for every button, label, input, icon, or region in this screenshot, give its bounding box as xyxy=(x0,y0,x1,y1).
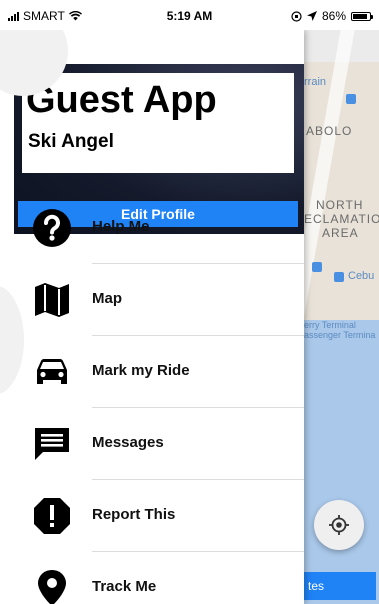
menu-item-label: Track Me xyxy=(92,578,157,595)
menu-item-label: Help Me xyxy=(92,218,150,235)
map-label-reclamation: ECLAMATIO xyxy=(304,212,379,226)
menu-item-label: Mark my Ride xyxy=(92,362,190,379)
status-right: 86% xyxy=(291,9,373,23)
map-water xyxy=(300,320,379,604)
message-icon xyxy=(35,428,69,460)
menu-item-label: Report This xyxy=(92,506,176,523)
map-poi-icon xyxy=(346,94,356,104)
map-label-abolo: ABOLO xyxy=(306,124,353,138)
map-label-ferry-terminal: erry Terminal xyxy=(304,320,356,330)
map-poi-icon xyxy=(312,262,322,272)
map-label-north: NORTH xyxy=(316,198,364,212)
map-poi-icon xyxy=(334,272,344,282)
app-title: Guest App xyxy=(26,79,217,121)
menu-item-map[interactable]: Map xyxy=(0,264,304,336)
menu-item-mark-my-ride[interactable]: Mark my Ride xyxy=(0,336,304,408)
location-arrow-icon xyxy=(306,11,317,21)
crosshair-icon xyxy=(329,515,349,535)
menu-item-label: Messages xyxy=(92,434,164,451)
battery-fill xyxy=(353,13,367,19)
battery-icon xyxy=(351,11,373,21)
location-pin-icon xyxy=(38,570,66,604)
map-label-cebu: Cebu xyxy=(348,270,375,282)
header-card: Guest App Ski Angel xyxy=(22,73,294,173)
status-bar: SMART 5:19 AM 86% xyxy=(0,0,379,30)
orientation-lock-icon xyxy=(291,10,302,22)
map-label-terrain: rrain xyxy=(304,76,327,88)
user-name: Ski Angel xyxy=(28,131,114,152)
help-icon xyxy=(33,209,71,247)
side-drawer: Guest App Ski Angel Edit Profile Help Me… xyxy=(0,30,304,604)
menu-item-label: Map xyxy=(92,290,122,307)
map-label-passenger-terminal: assenger Termina xyxy=(304,330,376,340)
map-icon xyxy=(35,283,69,317)
report-icon xyxy=(34,498,70,534)
routes-button[interactable]: tes xyxy=(304,572,376,600)
car-icon xyxy=(37,359,67,384)
menu-item-track-me[interactable]: Track Me xyxy=(0,552,304,604)
menu-item-messages[interactable]: Messages xyxy=(0,408,304,480)
battery-percent: 86% xyxy=(321,9,346,23)
routes-button-label: tes xyxy=(308,579,325,593)
my-location-button[interactable] xyxy=(314,500,364,550)
menu-item-help-me[interactable]: Help Me xyxy=(0,192,304,264)
menu-item-report-this[interactable]: Report This xyxy=(0,480,304,552)
map-label-area: AREA xyxy=(322,226,359,240)
